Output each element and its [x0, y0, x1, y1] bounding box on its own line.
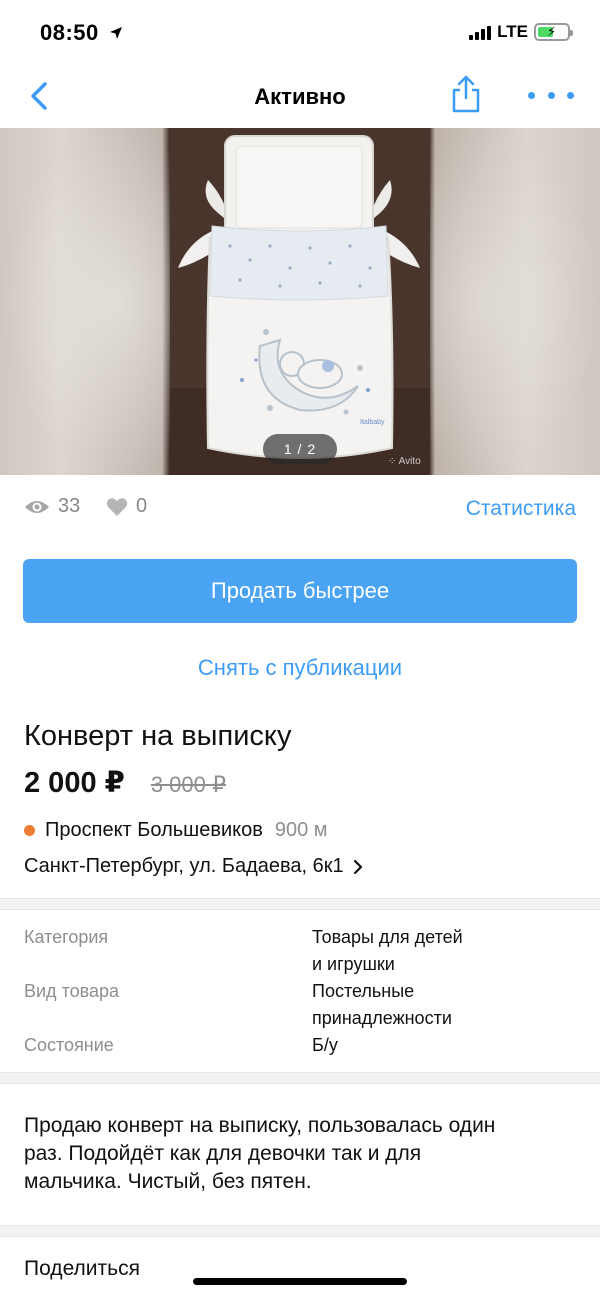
param-label: Состояние [24, 1035, 114, 1055]
svg-text:Italbaby: Italbaby [360, 419, 385, 426]
product-photo: Italbaby [170, 128, 430, 475]
favorites-counter: 0 [106, 495, 147, 518]
watermark-text: Avito [398, 456, 421, 467]
section-divider [0, 1225, 600, 1237]
home-indicator[interactable] [193, 1278, 407, 1285]
param-value-line: Б/у [312, 1035, 338, 1055]
eye-icon [25, 500, 49, 513]
description-line: Продаю конверт на выписку, пользовалась … [24, 1114, 496, 1137]
param-value: Постельные принадлежности [312, 978, 512, 1032]
photo-watermark: ⁘ Avito [388, 456, 421, 467]
network-type: LTE [497, 22, 528, 41]
page-title: Активно [254, 84, 346, 109]
views-counter: 33 [24, 495, 80, 518]
listing-title: Конверт на выписку [24, 720, 292, 752]
param-label: Категория [24, 927, 109, 947]
param-value-line: принадлежности [312, 1008, 452, 1028]
param-value-line: и игрушки [312, 954, 395, 974]
favorites-count: 0 [136, 495, 148, 517]
price-row: 2 000 ₽ 3 000 ₽ [24, 765, 226, 800]
param-value: Б/у [312, 1032, 512, 1059]
param-row: Категория Товары для детей и игрушки [24, 924, 576, 978]
param-label: Вид товара [24, 981, 120, 1001]
param-value-line: Товары для детей [312, 927, 463, 947]
views-count: 33 [58, 495, 81, 517]
photo-counter: 1 / 2 [263, 434, 337, 464]
address-text: Санкт-Петербург, ул. Бадаева, 6к1 [24, 855, 344, 877]
sell-faster-button[interactable]: Продать быстрее [23, 559, 577, 623]
nav-bar: Активно [0, 64, 600, 128]
heart-icon [106, 497, 128, 516]
current-price: 2 000 ₽ [24, 767, 125, 799]
listing-description: Продаю конверт на выписку, пользовалась … [24, 1112, 584, 1196]
metro-line-icon [24, 825, 35, 836]
photo-gallery[interactable]: Italbaby 1 / 2 ⁘ Avito [0, 128, 600, 475]
metro-station-name: Проспект Большевиков [45, 819, 263, 841]
status-indicators: LTE ⚡ [469, 22, 573, 42]
more-dots-icon[interactable] [528, 80, 574, 110]
unpublish-button[interactable]: Снять с публикации [0, 655, 600, 681]
address-link[interactable]: Санкт-Петербург, ул. Бадаева, 6к1 [24, 855, 364, 878]
param-row: Вид товара Постельные принадлежности [24, 978, 576, 1032]
share-icon[interactable] [446, 74, 486, 114]
old-price: 3 000 ₽ [150, 772, 226, 797]
description-line: раз. Подойдёт как для девочки так и для [24, 1142, 422, 1165]
stats-row: 33 0 Статистика [24, 495, 576, 525]
section-divider [0, 898, 600, 910]
battery-icon: ⚡ [534, 23, 573, 41]
share-section-title: Поделиться [24, 1257, 140, 1280]
params-list: Категория Товары для детей и игрушки Вид… [24, 924, 576, 1059]
metro-distance: 900 м [274, 819, 328, 841]
location-arrow-icon [110, 27, 123, 39]
param-value: Товары для детей и игрушки [312, 924, 512, 978]
param-value-line: Постельные [312, 981, 415, 1001]
status-time: 08:50 [40, 20, 123, 46]
status-bar: 08:50 LTE ⚡ [0, 0, 600, 64]
description-line: мальчика. Чистый, без пятен. [24, 1170, 312, 1193]
metro-station: Проспект Большевиков 900 м [24, 819, 328, 842]
param-row: Состояние Б/у [24, 1032, 576, 1059]
status-time-text: 08:50 [40, 20, 99, 45]
statistics-link[interactable]: Статистика [466, 497, 576, 521]
chevron-right-icon [353, 859, 362, 874]
section-divider [0, 1072, 600, 1084]
signal-icon [469, 24, 492, 40]
